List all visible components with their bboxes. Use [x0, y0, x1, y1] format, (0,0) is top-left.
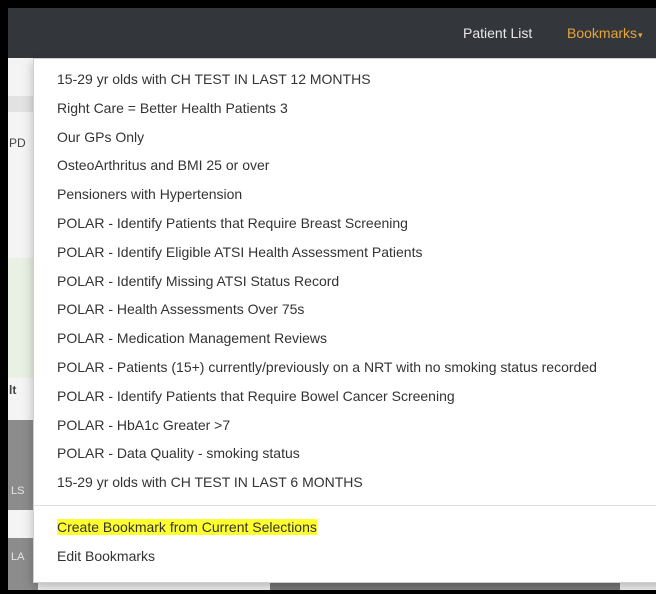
bookmarks-dropdown-menu: 15-29 yr olds with CH TEST IN LAST 12 MO… — [33, 58, 656, 583]
app-frame: PD lt LS LA Patient List Bookmarks▾ 15-2… — [8, 8, 656, 590]
background-text-fragment: LA — [11, 551, 25, 563]
bookmark-item[interactable]: POLAR - Identify Patients that Require B… — [34, 382, 656, 411]
bookmark-item[interactable]: POLAR - Health Assessments Over 75s — [34, 295, 656, 324]
background-heading-fragment: lt — [9, 383, 17, 397]
background-text-fragment: PD — [9, 136, 26, 150]
bookmark-item[interactable]: 15-29 yr olds with CH TEST IN LAST 6 MON… — [34, 468, 656, 497]
nav-bookmarks-dropdown[interactable]: Bookmarks▾ — [567, 8, 643, 58]
menu-divider — [34, 504, 656, 506]
background-panel-green — [8, 258, 34, 378]
bookmark-item[interactable]: 15-29 yr olds with CH TEST IN LAST 12 MO… — [34, 65, 656, 94]
edit-bookmarks-item[interactable]: Edit Bookmarks — [34, 542, 656, 571]
background-text-fragment: LS — [11, 485, 25, 497]
bookmark-item[interactable]: OsteoArthritus and BMI 25 or over — [34, 151, 656, 180]
bookmark-item[interactable]: Pensioners with Hypertension — [34, 180, 656, 209]
create-bookmark-label: Create Bookmark from Current Selections — [57, 518, 317, 535]
nav-bookmarks-label: Bookmarks — [567, 25, 638, 41]
bookmark-item[interactable]: Right Care = Better Health Patients 3 — [34, 94, 656, 123]
bookmark-item[interactable]: Our GPs Only — [34, 123, 656, 152]
bookmark-item[interactable]: POLAR - Identify Eligible ATSI Health As… — [34, 238, 656, 267]
bookmark-list: 15-29 yr olds with CH TEST IN LAST 12 MO… — [34, 65, 656, 497]
bookmark-item[interactable]: POLAR - Identify Missing ATSI Status Rec… — [34, 267, 656, 296]
bookmark-item[interactable]: POLAR - Identify Patients that Require B… — [34, 209, 656, 238]
bookmark-actions: Create Bookmark from Current Selections … — [34, 513, 656, 571]
nav-patient-list[interactable]: Patient List — [463, 8, 532, 58]
top-navbar: Patient List Bookmarks▾ — [8, 8, 656, 58]
bookmark-item[interactable]: POLAR - Data Quality - smoking status — [34, 439, 656, 468]
bookmark-item[interactable]: POLAR - HbA1c Greater >7 — [34, 411, 656, 440]
bookmark-item[interactable]: POLAR - Patients (15+) currently/previou… — [34, 353, 656, 382]
bookmark-item[interactable]: POLAR - Medication Management Reviews — [34, 324, 656, 353]
create-bookmark-item[interactable]: Create Bookmark from Current Selections — [34, 513, 656, 542]
chevron-down-icon: ▾ — [638, 30, 643, 40]
